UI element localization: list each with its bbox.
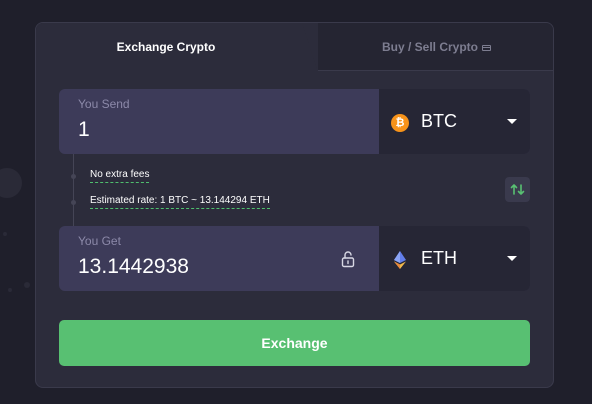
tab-bar: Exchange Crypto Buy / Sell Crypto — [36, 23, 553, 72]
estimated-rate-link[interactable]: Estimated rate: 1 BTC ~ 13.144294 ETH — [90, 195, 270, 209]
send-currency-selector[interactable]: ₿ BTC — [379, 89, 530, 154]
info-connector-line — [73, 154, 74, 226]
background-blur-dot — [0, 168, 22, 198]
send-currency-code: BTC — [421, 111, 457, 131]
background-blur-dot — [8, 288, 12, 292]
background-blur-dot — [3, 232, 7, 236]
tab-exchange-crypto[interactable]: Exchange Crypto — [36, 23, 296, 71]
you-get-field: You Get ETH — [59, 226, 530, 291]
tab-exchange-label: Exchange Crypto — [116, 40, 216, 54]
exchange-widget: Exchange Crypto Buy / Sell Crypto You Se… — [35, 22, 554, 388]
info-dot — [71, 200, 76, 205]
exchange-button[interactable]: Exchange — [59, 320, 530, 366]
bitcoin-icon: ₿ — [391, 114, 409, 132]
send-amount-input[interactable] — [78, 116, 368, 144]
you-send-label: You Send — [78, 97, 130, 111]
no-extra-fees-link[interactable]: No extra fees — [90, 169, 150, 183]
get-currency-code: ETH — [421, 248, 457, 268]
chevron-down-icon — [507, 119, 517, 124]
get-currency-selector[interactable]: ETH — [379, 226, 530, 291]
get-amount-input[interactable] — [78, 253, 368, 281]
credit-card-icon — [482, 45, 492, 51]
tab-buy-sell-label: Buy / Sell Crypto — [381, 40, 479, 54]
info-dot — [71, 174, 76, 179]
ethereum-icon — [394, 251, 406, 269]
you-send-field: You Send ₿ BTC — [59, 89, 530, 154]
chevron-down-icon — [507, 256, 517, 261]
tab-buy-sell-crypto[interactable]: Buy / Sell Crypto — [318, 23, 553, 71]
you-get-label: You Get — [78, 234, 121, 248]
unlock-icon[interactable] — [340, 250, 356, 268]
swap-arrows-icon — [510, 184, 525, 195]
background-blur-dot — [24, 282, 30, 288]
swap-currencies-button[interactable] — [505, 177, 530, 202]
